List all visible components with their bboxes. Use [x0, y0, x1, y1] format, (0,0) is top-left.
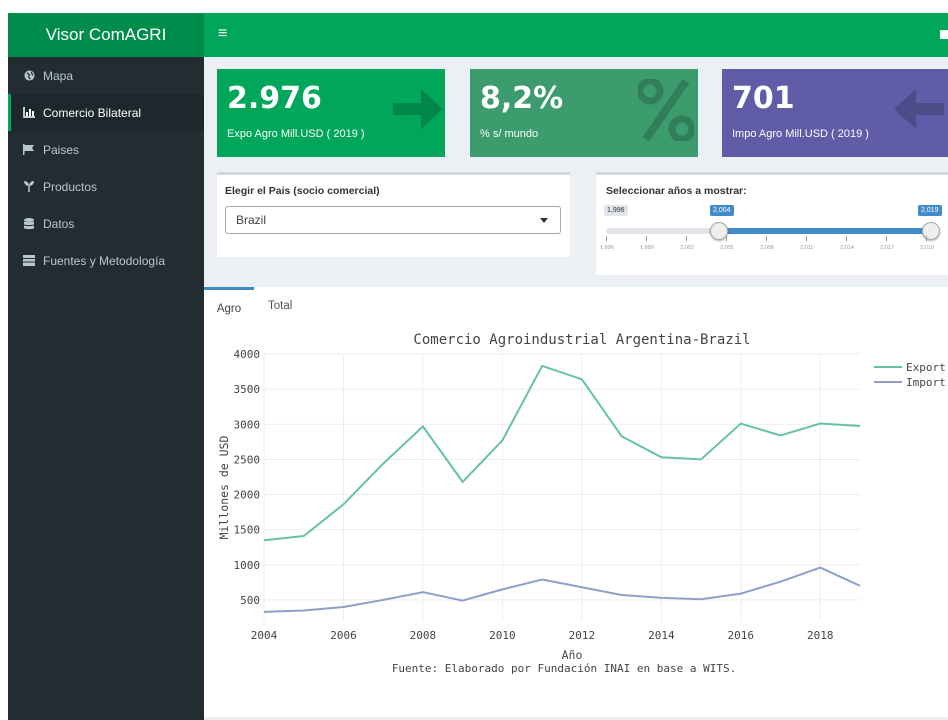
legend-label: Export — [906, 361, 946, 374]
arrow-right-icon — [393, 89, 443, 129]
year-slider-panel: Seleccionar años a mostrar: 1,996 2,004 … — [596, 172, 948, 275]
line-chart-icon — [22, 107, 36, 119]
x-tick-label: 2008 — [410, 629, 437, 642]
y-tick-label: 4000 — [234, 348, 261, 361]
expo-value: 2.976 — [227, 81, 322, 116]
country-select[interactable]: Brazil — [225, 206, 561, 234]
y-tick-label: 2000 — [234, 489, 261, 502]
sidebar-item-productos[interactable]: Productos — [8, 168, 204, 205]
slider-grid-label: 2,014 — [840, 245, 854, 251]
sidebar-item-label: Productos — [43, 179, 98, 194]
slider-grid-tick — [926, 236, 927, 241]
tab-total[interactable]: Total — [268, 287, 292, 324]
chart-panel: Agro Total 500 1000 1500 2000 2500 3000 3500 40… — [204, 287, 948, 717]
y-tick-label: 3500 — [234, 383, 261, 396]
slider-grid-label: 2,017 — [880, 245, 894, 251]
sidebar-item-mapa[interactable]: Mapa — [8, 57, 204, 94]
seedling-icon — [22, 181, 36, 193]
chart-source-note: Fuente: Elaborado por Fundación INAI en … — [391, 662, 737, 675]
y-tick-label: 3000 — [234, 418, 261, 431]
y-axis-label: Millones de USD — [217, 435, 231, 539]
sidebar-item-label: Comercio Bilateral — [43, 105, 142, 120]
tab-agro[interactable]: Agro — [204, 287, 254, 327]
slider-grid-tick — [686, 236, 687, 241]
series-line-export — [263, 364, 861, 542]
slider-grid-tick — [806, 236, 807, 241]
x-tick-label: 2016 — [728, 629, 755, 642]
value-box-share: 8,2% % s/ mundo — [470, 69, 698, 157]
sidebar-item-label: Mapa — [43, 68, 74, 83]
trade-line-chart: 500 1000 1500 2000 2500 3000 3500 4000 2004 2006 2… — [217, 332, 946, 662]
chart-title: Comercio Agroindustrial Argentina-Brazil — [413, 332, 750, 348]
arrow-left-icon — [894, 89, 944, 129]
series-line-import — [263, 566, 861, 613]
tab-label: Total — [268, 299, 293, 312]
database-icon — [22, 217, 36, 230]
sidebar-item-paises[interactable]: Paises — [8, 131, 204, 168]
impo-subtitle: Impo Agro Mill.USD ( 2019 ) — [732, 128, 869, 140]
slider-grid-label: 1,999 — [640, 245, 654, 251]
slider-to-handle[interactable] — [922, 222, 940, 240]
x-tick-label: 2004 — [251, 629, 278, 642]
country-panel: Elegir el Pais (socio comercial) Brazil — [217, 172, 570, 257]
sidebar-item-label: Fuentes y Metodología — [43, 253, 166, 268]
sidebar-item-fuentes-metodologia[interactable]: Fuentes y Metodología — [8, 242, 204, 279]
sidebar-item-datos[interactable]: Datos — [8, 205, 204, 242]
globe-icon — [22, 70, 36, 82]
slider-grid-tick — [726, 236, 727, 241]
y-tick-label: 2500 — [234, 453, 261, 466]
slider-grid-label: 1,996 — [600, 245, 614, 251]
x-tick-label: 2012 — [569, 629, 596, 642]
tab-label: Agro — [216, 302, 242, 315]
sidebar: Mapa Comercio Bilateral Paises Productos… — [8, 57, 204, 720]
sidebar-item-label: Paises — [43, 142, 80, 157]
share-subtitle: % s/ mundo — [480, 128, 539, 140]
slider-selected-range[interactable] — [718, 228, 934, 234]
value-box-expo: 2.976 Expo Agro Mill.USD ( 2019 ) — [217, 69, 445, 157]
sidebar-toggle-icon[interactable]: ≡ — [218, 26, 227, 42]
y-tick-label: 1000 — [234, 559, 261, 572]
app-logo[interactable]: Visor ComAGRI — [8, 13, 204, 57]
book-icon — [22, 255, 36, 267]
slider-grid-label: 2,019 — [920, 245, 934, 251]
chevron-down-icon — [540, 218, 548, 223]
slider-min-label: 1,996 — [604, 205, 628, 216]
year-slider-label: Seleccionar años a mostrar: — [606, 185, 747, 197]
slider-grid-tick — [606, 236, 607, 241]
app-window: Visor ComAGRI ≡ Mapa Comercio Bilateral … — [8, 13, 948, 720]
x-tick-label: 2006 — [330, 629, 357, 642]
slider-grid-tick — [846, 236, 847, 241]
sidebar-item-comercio-bilateral[interactable]: Comercio Bilateral — [8, 94, 204, 131]
slider-grid-tick — [886, 236, 887, 241]
x-axis-label: Año — [562, 648, 583, 662]
expo-subtitle: Expo Agro Mill.USD ( 2019 ) — [227, 128, 365, 140]
x-tick-label: 2010 — [489, 629, 516, 642]
share-value: 8,2% — [480, 81, 564, 116]
country-select-value: Brazil — [236, 213, 267, 227]
country-select-label: Elegir el Pais (socio comercial) — [225, 185, 380, 197]
y-tick-label: 1500 — [234, 524, 261, 537]
impo-value: 701 — [732, 81, 795, 116]
envelope-icon[interactable] — [940, 30, 948, 39]
slider-grid-tick — [766, 236, 767, 241]
x-tick-label: 2018 — [807, 629, 834, 642]
slider-grid-label: 2,005 — [720, 245, 734, 251]
slider-to-label: 2,019 — [918, 205, 942, 216]
legend-label: Import — [906, 376, 946, 389]
flag-icon — [22, 144, 36, 156]
sidebar-item-label: Datos — [43, 216, 75, 231]
slider-grid-label: 2,011 — [800, 245, 814, 251]
app-title: Visor ComAGRI — [45, 25, 167, 44]
slider-from-label: 2,004 — [710, 205, 734, 216]
x-tick-label: 2014 — [648, 629, 675, 642]
main-content: 2.976 Expo Agro Mill.USD ( 2019 ) 8,2% %… — [204, 57, 948, 720]
slider-grid-label: 2,008 — [760, 245, 774, 251]
slider-grid-label: 2,002 — [680, 245, 694, 251]
percent-icon — [638, 79, 694, 141]
top-navbar: ≡ — [204, 13, 948, 57]
y-tick-label: 500 — [240, 594, 260, 607]
slider-grid-tick — [646, 236, 647, 241]
value-box-impo: 701 Impo Agro Mill.USD ( 2019 ) — [722, 69, 948, 157]
